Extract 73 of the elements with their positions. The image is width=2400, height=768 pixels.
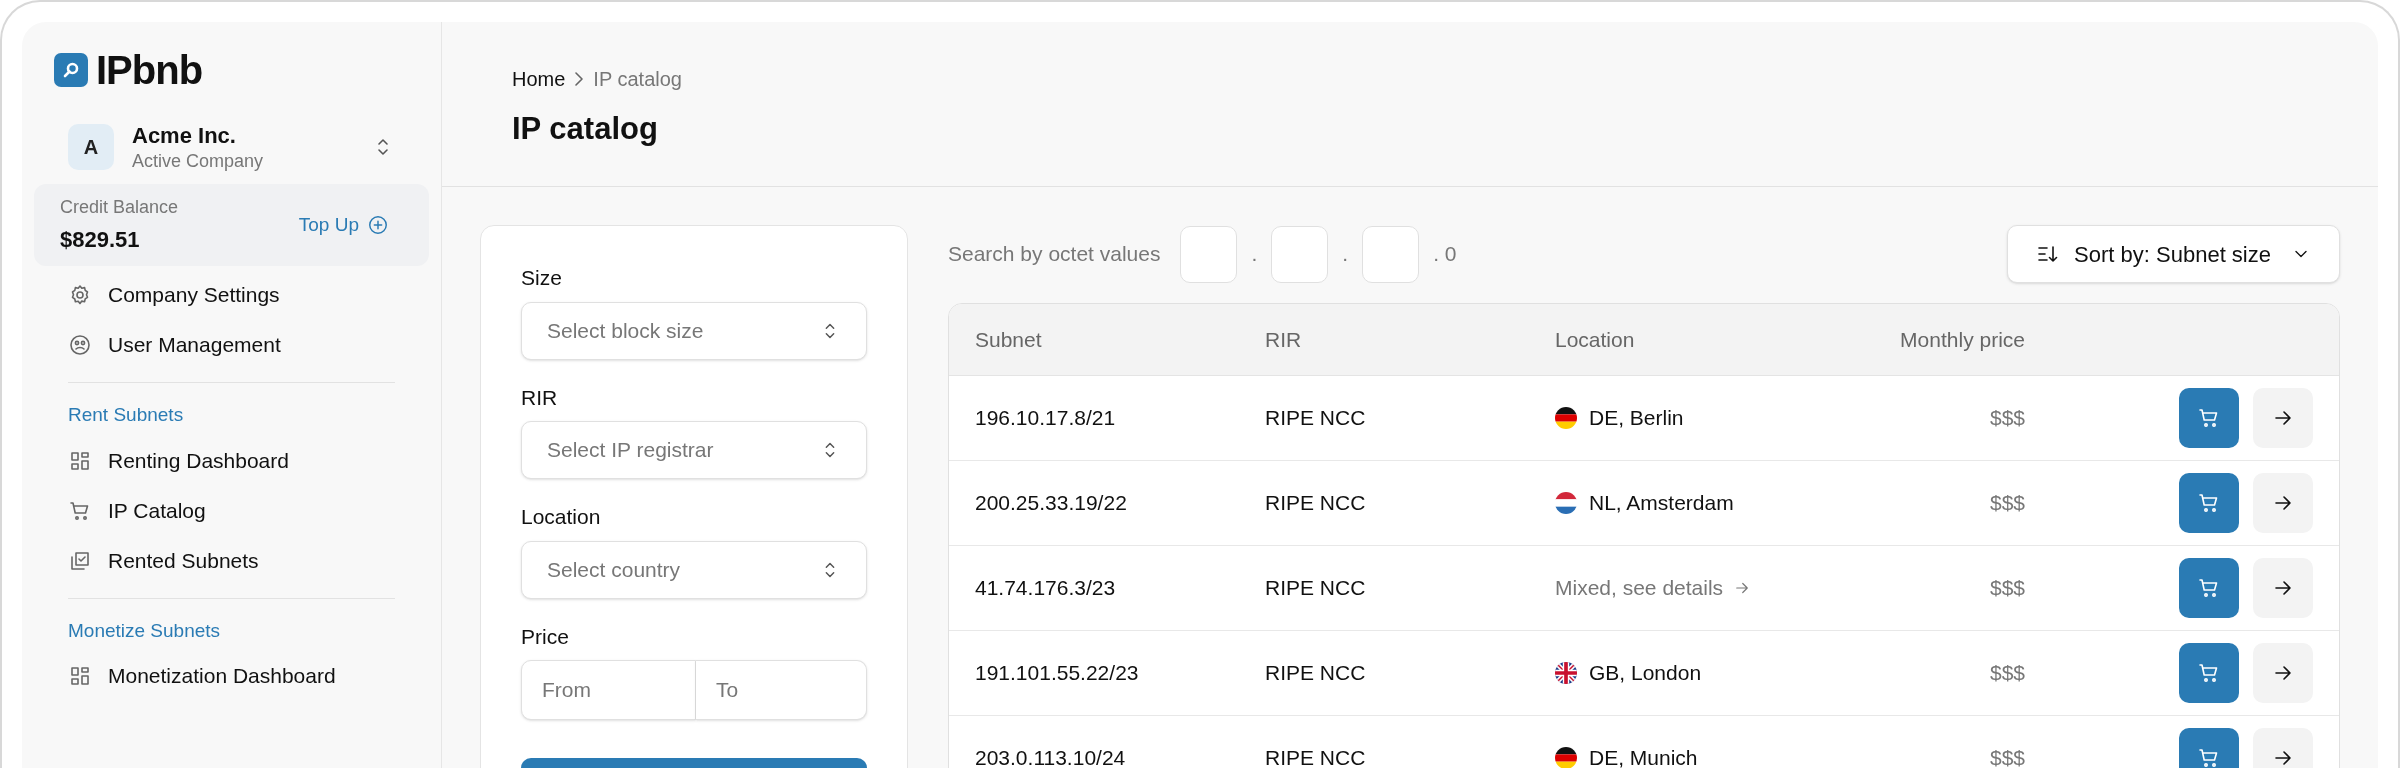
field-label: Price	[521, 623, 570, 650]
price-cell-text: $$$	[1989, 660, 2025, 687]
subnet-cell-text: 200.25.33.19/22	[975, 490, 1128, 517]
section-heading: Monetize Subnets	[67, 618, 222, 643]
location-cell-text: DE, Berlin	[1589, 405, 1684, 432]
location-cell-text: NL, Amsterdam	[1589, 490, 1734, 517]
rir-cell-text: RIPE NCC	[1265, 575, 1367, 602]
rir-cell-text: RIPE NCC	[1265, 405, 1367, 432]
select-field[interactable]: Select block size	[521, 301, 867, 360]
location-cell-text: GB, London	[1589, 660, 1702, 687]
logo-text: IPbnb	[96, 47, 203, 94]
price-cell-text: $$$	[1989, 575, 2025, 602]
price-from-field[interactable]: From	[521, 660, 696, 720]
rir-cell-text: RIPE NCC	[1265, 490, 1367, 517]
add-to-cart-button[interactable]	[2179, 643, 2239, 703]
octet-separator: .	[1342, 241, 1349, 268]
column-header: Subnet	[975, 326, 1043, 353]
field-label: Location	[521, 504, 602, 530]
subnet-cell-text: 191.101.55.22/23	[975, 660, 1140, 687]
chevron-right-icon	[575, 72, 584, 86]
subnet-cell-text: 41.74.176.3/23	[975, 575, 1117, 602]
price-cell-text: $$$	[1989, 745, 2025, 768]
location-cell-text: DE, Munich	[1589, 745, 1698, 768]
sidebar-item[interactable]: Company Settings	[34, 270, 429, 320]
flag-icon	[1555, 662, 1577, 684]
select-field[interactable]: Select country	[521, 540, 867, 599]
column-header: Location	[1555, 326, 1636, 353]
add-to-cart-button[interactable]	[2179, 388, 2239, 448]
subnet-cell-text: 203.0.113.10/24	[975, 745, 1127, 768]
breadcrumb-link[interactable]: Home	[512, 64, 566, 94]
company-switcher[interactable]: A Acme Inc. Active Company	[34, 122, 429, 172]
sidebar-item[interactable]: Renting Dashboard	[34, 435, 429, 486]
price-to-field[interactable]: To	[696, 660, 867, 720]
sidebar-item[interactable]: Monetization Dashboard	[34, 651, 429, 701]
price-cell-text: $$$	[1989, 490, 2025, 517]
rir-cell-text: RIPE NCC	[1265, 660, 1367, 687]
section-heading: Rent Subnets	[67, 403, 185, 427]
column-header: Monthly price	[1900, 326, 2025, 353]
plus-circle-icon	[367, 214, 389, 236]
select-field[interactable]: Select IP registrar	[521, 421, 867, 479]
company-avatar: A	[68, 124, 114, 170]
add-to-cart-button[interactable]	[2179, 473, 2239, 533]
credit-label: Credit Balance	[60, 196, 179, 219]
sidebar-item[interactable]: Rented Subnets	[34, 535, 429, 586]
top-up-link[interactable]: Top Up	[298, 210, 389, 240]
sidebar-item[interactable]: IP Catalog	[34, 485, 429, 536]
field-label: Size	[521, 265, 563, 291]
grid-icon	[68, 664, 92, 688]
flag-icon	[1555, 407, 1577, 429]
octet-field[interactable]	[1362, 225, 1420, 283]
octet-suffix: . 0	[1433, 241, 1457, 268]
sidebar-item[interactable]: User Management	[34, 320, 429, 370]
octet-field[interactable]	[1180, 225, 1238, 283]
breadcrumb-link[interactable]: IP catalog	[593, 64, 682, 94]
face-icon	[68, 333, 92, 357]
page-title: IP catalog	[512, 110, 659, 148]
price-cell-text: $$$	[1989, 405, 2025, 432]
company-name: Acme Inc.	[132, 122, 237, 150]
flag-icon	[1555, 492, 1577, 514]
search-label: Search by octet values	[948, 241, 1161, 268]
details-link[interactable]: Mixed, see details	[1555, 572, 1900, 604]
magnifier-logo-icon	[54, 53, 88, 87]
flag-icon	[1555, 747, 1577, 768]
company-subtitle: Active Company	[132, 149, 265, 172]
field-label: RIR	[521, 384, 559, 411]
column-header: RIR	[1265, 326, 1303, 353]
rir-cell-text: RIPE NCC	[1265, 745, 1367, 768]
credit-amount: $829.51	[60, 226, 141, 254]
subnet-cell-text: 196.10.17.8/21	[975, 405, 1117, 432]
octet-field[interactable]	[1271, 225, 1329, 283]
octet-separator: .	[1251, 241, 1258, 268]
add-to-cart-button[interactable]	[2179, 558, 2239, 618]
sort-button[interactable]: Sort by: Subnet size	[2007, 225, 2340, 283]
